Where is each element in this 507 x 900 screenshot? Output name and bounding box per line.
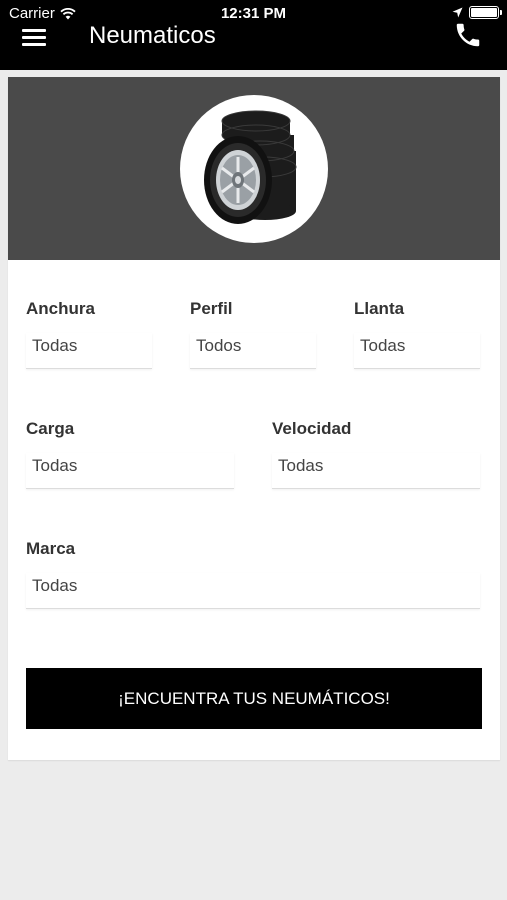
top-bar: Carrier 12:31 PM Neumaticos [0, 0, 507, 70]
status-time: 12:31 PM [220, 5, 287, 22]
perfil-select[interactable]: Todos [190, 333, 316, 369]
velocidad-select[interactable]: Todas [272, 453, 480, 489]
llanta-field: Llanta Todas [354, 299, 480, 369]
velocidad-label: Velocidad [272, 419, 352, 438]
hamburger-menu-icon[interactable] [22, 26, 48, 48]
search-card: Anchura Todas Perfil Todos Llanta Todas … [8, 77, 500, 760]
carga-label: Carga [26, 419, 75, 438]
velocidad-field: Velocidad Todas [272, 419, 480, 489]
location-arrow-icon [452, 7, 463, 18]
phone-icon[interactable] [453, 20, 483, 50]
hero-banner [8, 77, 500, 260]
perfil-label: Perfil [190, 299, 233, 318]
carga-select[interactable]: Todas [26, 453, 234, 489]
anchura-label: Anchura [26, 299, 95, 318]
carga-field: Carga Todas [26, 419, 234, 489]
marca-label: Marca [26, 539, 76, 558]
llanta-select[interactable]: Todas [354, 333, 480, 369]
status-bar: Carrier 12:31 PM [0, 0, 507, 28]
find-tires-button[interactable]: ¡ENCUENTRA TUS NEUMÁTICOS! [26, 668, 482, 729]
page-title: Neumaticos [89, 22, 216, 49]
perfil-field: Perfil Todos [190, 299, 316, 369]
anchura-select[interactable]: Todas [26, 333, 152, 369]
marca-field: Marca Todas [26, 539, 480, 609]
marca-select[interactable]: Todas [26, 573, 480, 609]
stacked-tires-image [180, 95, 328, 243]
battery-icon [469, 6, 502, 19]
status-right [452, 6, 502, 19]
anchura-field: Anchura Todas [26, 299, 152, 369]
llanta-label: Llanta [354, 299, 405, 318]
